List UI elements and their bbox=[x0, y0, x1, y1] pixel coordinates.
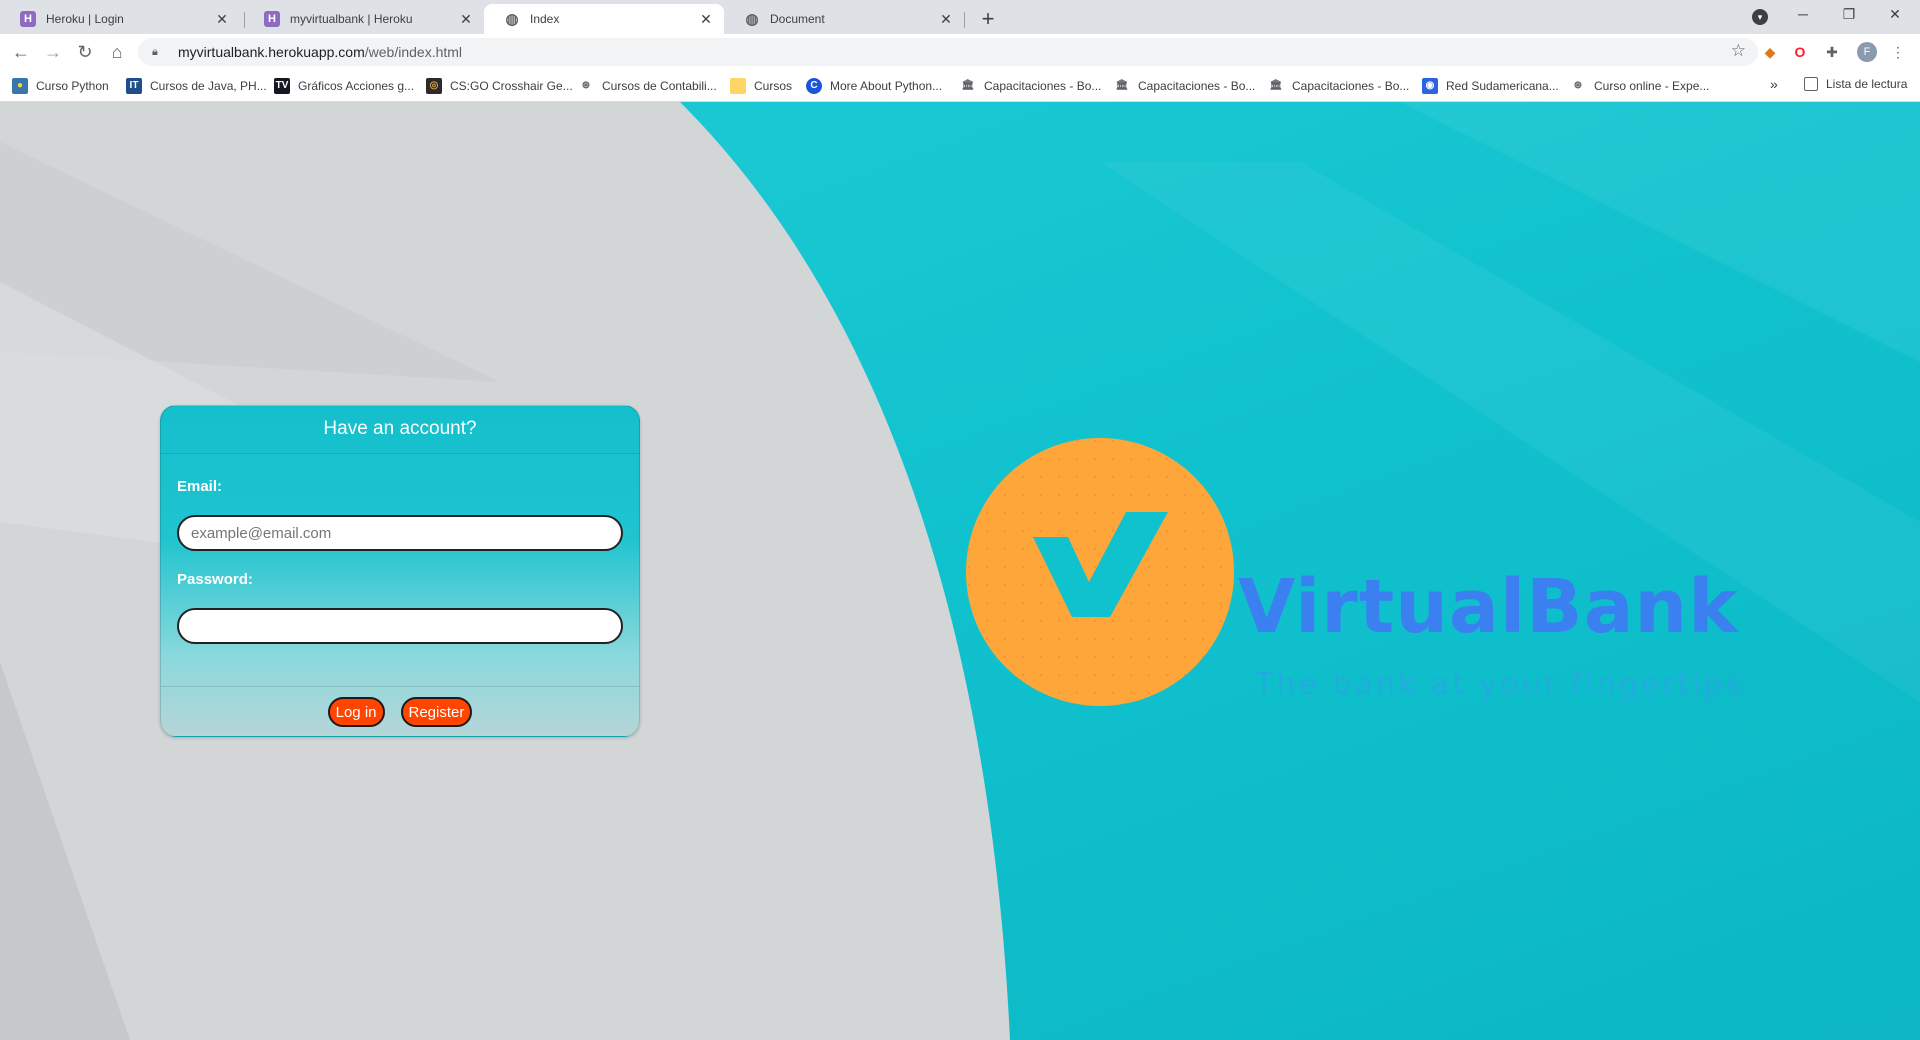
email-field[interactable] bbox=[177, 515, 623, 551]
bookmark-item[interactable]: IT Cursos de Java, PH... bbox=[126, 77, 267, 95]
password-field[interactable] bbox=[177, 608, 623, 644]
bookmarks-bar: ● Curso Python IT Cursos de Java, PH... … bbox=[0, 70, 1920, 102]
bank-building-icon: 🏛︎ bbox=[1115, 80, 1129, 91]
heroku-icon: H bbox=[20, 11, 36, 27]
bookmark-item[interactable]: 🏛︎ Capacitaciones - Bo... bbox=[1114, 77, 1256, 95]
csgo-icon: ◎ bbox=[426, 78, 442, 94]
email-label: Email: bbox=[177, 478, 223, 495]
bookmark-label: Capacitaciones - Bo... bbox=[1292, 79, 1410, 93]
home-icon[interactable]: ⌂ bbox=[104, 39, 130, 65]
forward-arrow-icon[interactable]: → bbox=[40, 39, 66, 65]
url-host: myvirtualbank.herokuapp.com bbox=[178, 44, 365, 60]
bookmark-label: Red Sudamericana... bbox=[1446, 79, 1559, 93]
bank-building-icon: 🏛︎ bbox=[1269, 80, 1283, 91]
login-form: Email: Password: bbox=[161, 454, 639, 687]
globe-icon: ◍ bbox=[745, 11, 759, 28]
profile-avatar[interactable]: F bbox=[1857, 42, 1877, 62]
window-close-icon[interactable]: ✕ bbox=[1872, 0, 1918, 30]
restore-icon[interactable]: ❐ bbox=[1826, 0, 1872, 30]
python-icon: ● bbox=[12, 78, 28, 94]
login-actions: Log in Register bbox=[161, 687, 639, 736]
back-arrow-icon[interactable]: ← bbox=[8, 39, 34, 65]
address-bar[interactable]: 🔒︎ myvirtualbank.herokuapp.com/web/index… bbox=[138, 38, 1758, 66]
bookmark-item[interactable]: 🏛︎ Capacitaciones - Bo... bbox=[960, 77, 1102, 95]
reload-icon[interactable]: ↻ bbox=[72, 39, 98, 65]
bookmark-label: Cursos bbox=[754, 79, 793, 93]
tab-title: myvirtualbank | Heroku bbox=[290, 12, 413, 26]
close-icon[interactable]: ✕ bbox=[458, 11, 474, 28]
tradingview-icon: TV bbox=[274, 78, 290, 94]
url-path: /web/index.html bbox=[364, 44, 463, 60]
page-background: Have an account? Email: Password: Log in… bbox=[0, 102, 1920, 1040]
bookmark-label: Curso Python bbox=[36, 79, 109, 93]
bookmark-label: Capacitaciones - Bo... bbox=[984, 79, 1102, 93]
brand-tagline: The bank at your fingertips bbox=[1255, 667, 1744, 702]
tab-myvirtualbank-heroku[interactable]: H myvirtualbank | Heroku ✕ bbox=[244, 4, 484, 34]
globe-icon: ◍ bbox=[505, 11, 519, 28]
bookmark-item[interactable]: C More About Python... bbox=[806, 77, 942, 95]
tab-title: Index bbox=[530, 12, 560, 26]
tab-strip: H Heroku | Login ✕ H myvirtualbank | Her… bbox=[0, 0, 1920, 34]
close-icon[interactable]: ✕ bbox=[214, 11, 230, 28]
folder-icon bbox=[730, 78, 746, 94]
bookmark-label: Curso online - Expe... bbox=[1594, 79, 1710, 93]
new-tab-plus-icon[interactable]: + bbox=[974, 6, 1002, 34]
brand-name: VirtualBank bbox=[1238, 564, 1739, 650]
tab-divider bbox=[964, 12, 965, 28]
reading-list-label: Lista de lectura bbox=[1826, 77, 1908, 91]
metamask-fox-icon[interactable]: ◆ bbox=[1760, 42, 1780, 62]
tab-title: Heroku | Login bbox=[46, 12, 124, 26]
tab-index[interactable]: ◍ Index ✕ bbox=[484, 4, 724, 34]
opera-icon[interactable]: O bbox=[1790, 42, 1810, 62]
bookmark-item[interactable]: ⊛ Cursos de Contabili... bbox=[578, 77, 717, 95]
bookmark-label: CS:GO Crosshair Ge... bbox=[450, 79, 573, 93]
tab-title: Document bbox=[770, 12, 825, 26]
login-button[interactable]: Log in bbox=[327, 697, 385, 727]
close-icon[interactable]: ✕ bbox=[698, 11, 714, 28]
tab-document[interactable]: ◍ Document ✕ bbox=[724, 4, 964, 34]
bookmark-star-icon[interactable]: ☆ bbox=[1731, 41, 1746, 61]
tab-search-icon[interactable]: ▾ bbox=[1752, 9, 1768, 25]
bookmark-label: More About Python... bbox=[830, 79, 943, 93]
bookmark-item[interactable]: 🏛︎ Capacitaciones - Bo... bbox=[1268, 77, 1410, 95]
extensions-puzzle-icon[interactable]: ✚ bbox=[1822, 42, 1842, 62]
close-icon[interactable]: ✕ bbox=[938, 11, 954, 28]
bookmark-item[interactable]: ◎ CS:GO Crosshair Ge... bbox=[426, 77, 573, 95]
c-icon: C bbox=[806, 78, 822, 94]
bookmark-item[interactable]: ◉ Red Sudamericana... bbox=[1422, 77, 1559, 95]
register-button[interactable]: Register bbox=[400, 697, 473, 727]
tab-heroku-login[interactable]: H Heroku | Login ✕ bbox=[0, 4, 240, 34]
password-label: Password: bbox=[177, 571, 253, 588]
login-title: Have an account? bbox=[161, 406, 639, 454]
reading-list-button[interactable]: Lista de lectura bbox=[1804, 77, 1907, 91]
site-icon: ⊛ bbox=[581, 80, 591, 91]
virtualbank-logo bbox=[966, 438, 1234, 706]
it-icon: IT bbox=[126, 78, 142, 94]
lock-icon: 🔒︎ bbox=[152, 45, 158, 58]
login-card: Have an account? Email: Password: Log in… bbox=[160, 405, 640, 737]
bookmark-label: Cursos de Java, PH... bbox=[150, 79, 267, 93]
bookmark-label: Cursos de Contabili... bbox=[602, 79, 717, 93]
bookmark-folder[interactable]: Cursos bbox=[730, 77, 792, 95]
minimize-icon[interactable]: ─ bbox=[1780, 0, 1826, 30]
bookmark-item[interactable]: ● Curso Python bbox=[12, 77, 109, 95]
menu-kebab-icon[interactable]: ⋮ bbox=[1888, 42, 1908, 62]
bookmarks-overflow-chevron-icon[interactable]: » bbox=[1770, 76, 1778, 92]
bookmark-label: Capacitaciones - Bo... bbox=[1138, 79, 1256, 93]
reading-list-icon bbox=[1804, 77, 1818, 91]
bookmark-item[interactable]: ⊛ Curso online - Expe... bbox=[1570, 77, 1710, 95]
browser-toolbar: ← → ↻ ⌂ 🔒︎ myvirtualbank.herokuapp.com/w… bbox=[0, 34, 1920, 70]
bookmark-label: Gráficos Acciones g... bbox=[298, 79, 415, 93]
heroku-icon: H bbox=[264, 11, 280, 27]
site-icon: ⊛ bbox=[1573, 80, 1583, 91]
bookmark-item[interactable]: TV Gráficos Acciones g... bbox=[274, 77, 414, 95]
network-icon: ◉ bbox=[1422, 78, 1438, 94]
bank-building-icon: 🏛︎ bbox=[961, 80, 975, 91]
